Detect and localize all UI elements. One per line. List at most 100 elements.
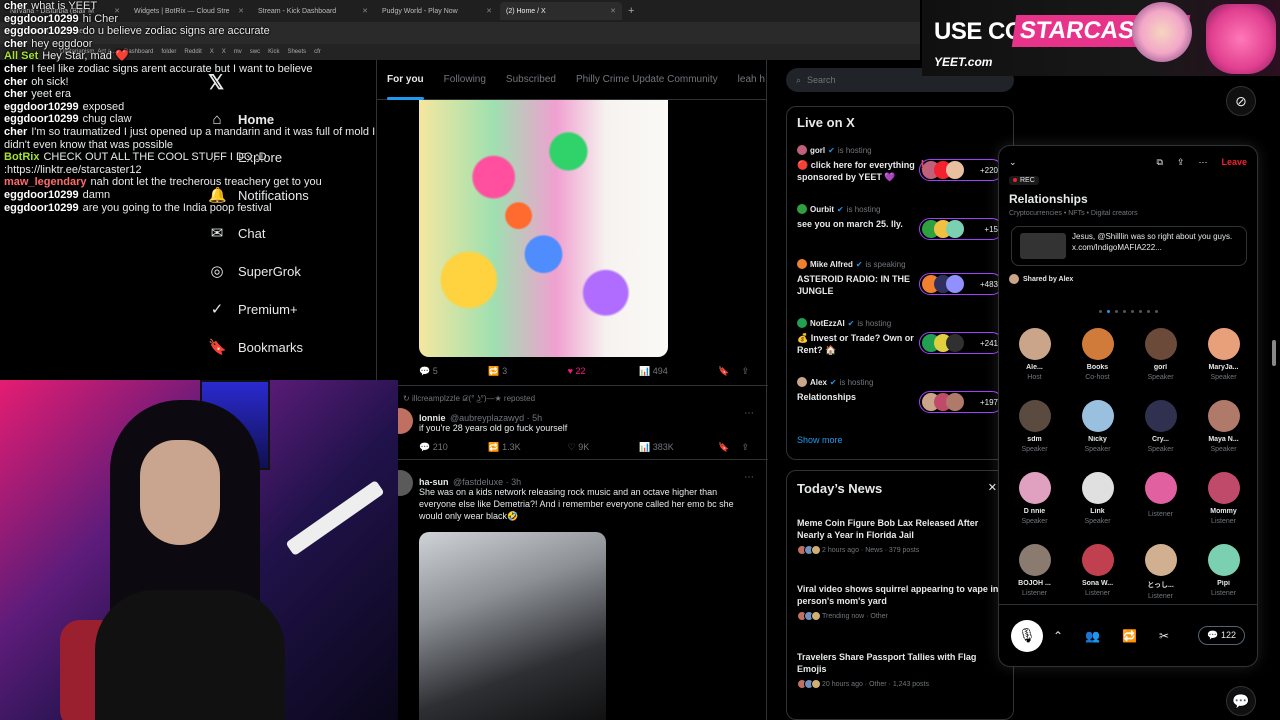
news-item[interactable]: Viral video shows squirrel appearing to … [797, 583, 1007, 621]
space-participant[interactable]: Nicky Speaker [1066, 400, 1129, 462]
pager-dot-active[interactable] [1106, 310, 1110, 313]
space-participant[interactable]: Mommy Listener [1192, 472, 1255, 534]
listener-count-pill[interactable]: +197 [919, 391, 1003, 413]
chevron-up-icon[interactable]: ⌃ [1053, 629, 1063, 643]
repost-button[interactable]: 🔁 1.3K [488, 442, 567, 453]
post-image[interactable] [419, 100, 668, 357]
listener-count-pill[interactable]: +15 [919, 218, 1003, 240]
people-icon[interactable]: 👥 [1085, 629, 1100, 643]
browser-tab-active[interactable]: (2) Home / X ✕ [500, 2, 622, 20]
avatar [1207, 400, 1240, 432]
space-participant[interactable]: MaryJa... Speaker [1192, 328, 1255, 390]
share-icon[interactable]: ⇪ [1177, 157, 1185, 168]
host-name[interactable]: Ourbit [810, 205, 834, 214]
pager-dot[interactable] [1122, 310, 1126, 313]
repost-icon[interactable]: 🔁 [1122, 629, 1137, 643]
grok-icon[interactable]: ⊘ [1226, 86, 1256, 116]
comments-button[interactable]: 💬 122 [1198, 626, 1245, 645]
avatar [946, 275, 964, 293]
space-participant[interactable]: Maya N... Speaker [1192, 400, 1255, 462]
space-participant[interactable]: D nnie Speaker [1003, 472, 1066, 534]
share-icon[interactable]: ⇪ [741, 442, 749, 453]
bookmark-icon[interactable]: 🔖 [718, 442, 729, 453]
live-host-line: Ourbit ✔ is hosting [797, 204, 1007, 214]
space-participant[interactable]: Listener [1129, 472, 1192, 534]
space-participant[interactable]: Ale... Host [1003, 328, 1066, 390]
timeline-tab[interactable]: Subscribed [496, 60, 566, 100]
host-name[interactable]: Mike Alfred [810, 260, 853, 269]
host-name[interactable]: NotEzzAI [810, 319, 845, 328]
timeline-tab[interactable]: Philly Crime Update Community [566, 60, 728, 100]
tab-label: (2) Home / X [506, 7, 546, 15]
pager-dot[interactable] [1146, 310, 1150, 313]
pager-dot[interactable] [1098, 310, 1102, 313]
popout-icon[interactable]: ⧉ [1156, 157, 1162, 168]
space-participant[interactable]: Cry... Speaker [1129, 400, 1192, 462]
repost-button[interactable]: 🔁 3 [488, 366, 567, 377]
live-host-line: Alex ✔ is hosting [797, 377, 1007, 387]
pinned-post[interactable]: Jesus, @Shilllin was so right about you … [1011, 226, 1247, 266]
clip-icon[interactable]: ✂ [1159, 629, 1169, 643]
collapse-icon[interactable]: ⌄ [1009, 157, 1017, 168]
more-icon[interactable]: ⋯ [744, 408, 754, 419]
news-item[interactable]: Travelers Share Passport Tallies with Fl… [797, 651, 1007, 689]
leave-button[interactable]: Leave [1221, 157, 1247, 167]
close-icon[interactable]: ✕ [610, 7, 616, 15]
views-button[interactable]: 📊 494 [639, 366, 718, 377]
post[interactable]: ↻ illcreamplzzle 𝒟(° ͜ʖ°)—★ reposted lon… [377, 388, 768, 460]
post-video[interactable] [419, 532, 606, 720]
scrollbar-thumb[interactable] [1272, 340, 1276, 366]
reply-button[interactable]: 💬 5 [419, 366, 488, 377]
chat-username: eggdoor10299 [4, 25, 79, 38]
avatar [1144, 472, 1177, 504]
pager-dot[interactable] [1130, 310, 1134, 313]
close-icon[interactable]: ✕ [988, 481, 997, 494]
mic-icon[interactable]: 🎙 [1011, 619, 1043, 652]
close-icon[interactable]: ✕ [486, 7, 492, 15]
more-icon[interactable]: ⋯ [1198, 157, 1207, 168]
share-icon[interactable]: ⇪ [741, 366, 749, 377]
live-space-item[interactable]: gorl ✔ is hosting 🔴 click here for everythi… [797, 145, 1007, 183]
host-name[interactable]: gorl [810, 146, 825, 155]
like-button[interactable]: ♥ 22 [568, 366, 639, 377]
participant-role: Speaker [1147, 374, 1174, 381]
new-tab-icon[interactable]: + [628, 5, 634, 17]
live-space-item[interactable]: Ourbit ✔ is hosting see you on march 25. ll… [797, 204, 1007, 240]
like-button[interactable]: ♡ 9K [568, 442, 639, 453]
space-participant[interactable]: Link Speaker [1066, 472, 1129, 534]
more-icon[interactable]: ⋯ [744, 472, 754, 483]
space-participant[interactable]: とっし... Listener [1129, 544, 1192, 606]
news-item[interactable]: Meme Coin Figure Bob Lax Released After … [797, 517, 1007, 555]
listener-count-pill[interactable]: +241 [919, 332, 1003, 354]
listener-count-pill[interactable]: +220 [919, 159, 1003, 181]
participant-role: Listener [1022, 590, 1047, 597]
host-name[interactable]: Alex [810, 378, 827, 387]
live-space-item[interactable]: NotEzzAI ✔ is hosting 💰 Invest or Trade? Ow… [797, 318, 1007, 356]
live-space-title: 💰 Invest or Trade? Own or Rent? 🏠 [797, 333, 914, 355]
avatar [1144, 328, 1177, 360]
space-participant[interactable]: gorl Speaker [1129, 328, 1192, 390]
space-participant[interactable]: Books Co-host [1066, 328, 1129, 390]
pager-dot[interactable] [1154, 310, 1158, 313]
space-participant[interactable]: BOJOH ... Listener [1003, 544, 1066, 606]
space-participant[interactable]: Pipi Listener [1192, 544, 1255, 606]
space-participant[interactable]: Sona W... Listener [1066, 544, 1129, 606]
space-participant[interactable]: sdm Speaker [1003, 400, 1066, 462]
show-more-link[interactable]: Show more [797, 435, 843, 445]
views-button[interactable]: 📊 383K [639, 442, 718, 453]
post[interactable]: ha-sun @fastdeluxe · 3h ⋯ She was on a k… [377, 462, 768, 720]
reply-button[interactable]: 💬 210 [419, 442, 488, 453]
pager-dot[interactable] [1138, 310, 1142, 313]
live-space-item[interactable]: Mike Alfred ✔ is speaking ASTEROID RADIO: I… [797, 259, 1007, 297]
timeline-tab[interactable]: leah h [728, 60, 775, 100]
messages-icon[interactable]: 💬 [1226, 686, 1256, 716]
timeline-tab[interactable]: Following [434, 60, 496, 100]
post[interactable]: 💬 5 🔁 3 ♥ 22 📊 494 🔖 ⇪ [377, 100, 768, 386]
browser-tab[interactable]: Pudgy World - Play Now ✕ [376, 2, 498, 20]
pager-dot[interactable] [1114, 310, 1118, 313]
listener-count-pill[interactable]: +483 [919, 273, 1003, 295]
timeline-tab[interactable]: For you [377, 60, 434, 100]
bookmark-icon[interactable]: 🔖 [718, 366, 729, 377]
live-space-item[interactable]: Alex ✔ is hosting Relationships +197 [797, 377, 1007, 413]
avatar [1018, 544, 1051, 576]
